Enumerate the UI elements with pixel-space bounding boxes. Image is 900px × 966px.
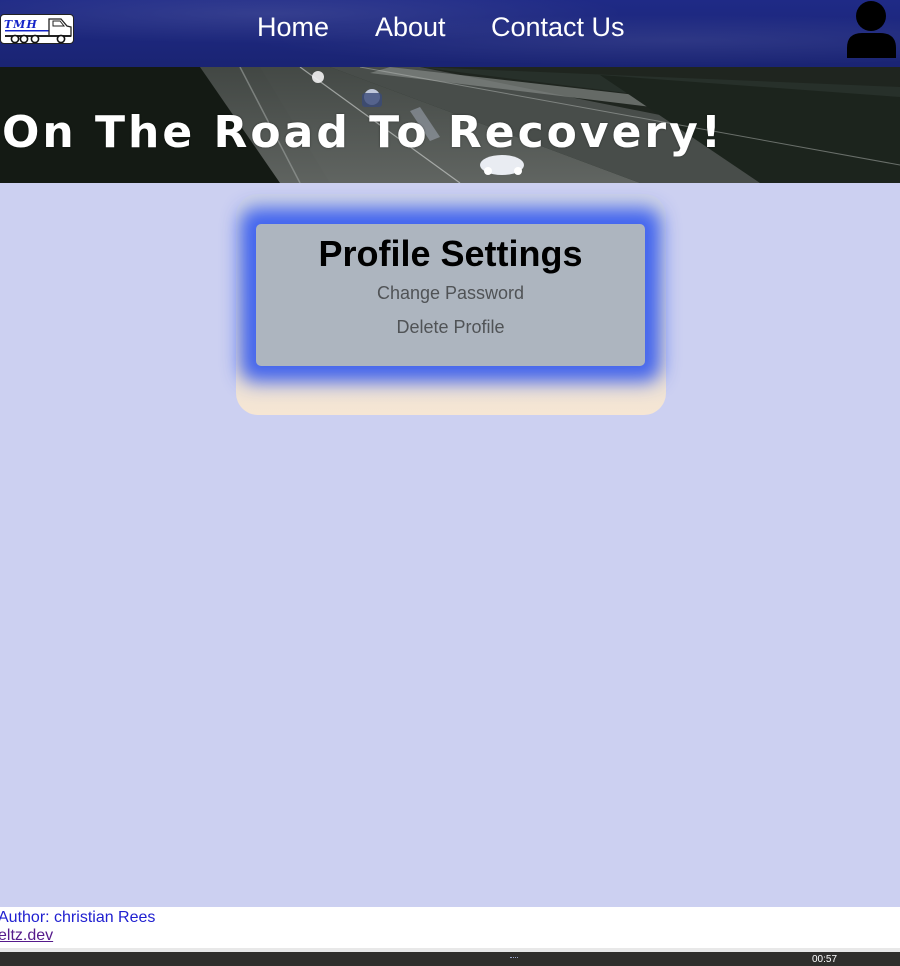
- top-navbar: TMH Home About Contact Us: [0, 0, 900, 67]
- author-website-link[interactable]: eltz.dev: [0, 927, 53, 945]
- user-icon: [847, 1, 896, 58]
- page-footer: Author: christian Rees eltz.dev: [0, 907, 900, 948]
- nav-contact-link[interactable]: Contact Us: [491, 12, 625, 43]
- taskbar-clock: 00:57: [812, 954, 838, 965]
- profile-settings-title: Profile Settings: [318, 233, 583, 274]
- nav-home-link[interactable]: Home: [257, 12, 329, 43]
- user-profile-button[interactable]: [844, 0, 900, 60]
- taskbar-strip: [0, 948, 900, 966]
- hero-title: On The Road To Recovery!: [2, 107, 724, 158]
- change-password-link[interactable]: Change Password: [256, 283, 645, 304]
- delete-profile-link[interactable]: Delete Profile: [256, 317, 645, 338]
- nav-about-link[interactable]: About: [375, 12, 446, 43]
- hero-banner: On The Road To Recovery!: [0, 67, 900, 183]
- profile-settings-card: Profile Settings Change Password Delete …: [256, 224, 645, 366]
- taskbar-mark: [510, 957, 518, 960]
- author-credit: Author: christian Rees: [0, 909, 156, 926]
- main-nav: Home About Contact Us: [0, 0, 900, 67]
